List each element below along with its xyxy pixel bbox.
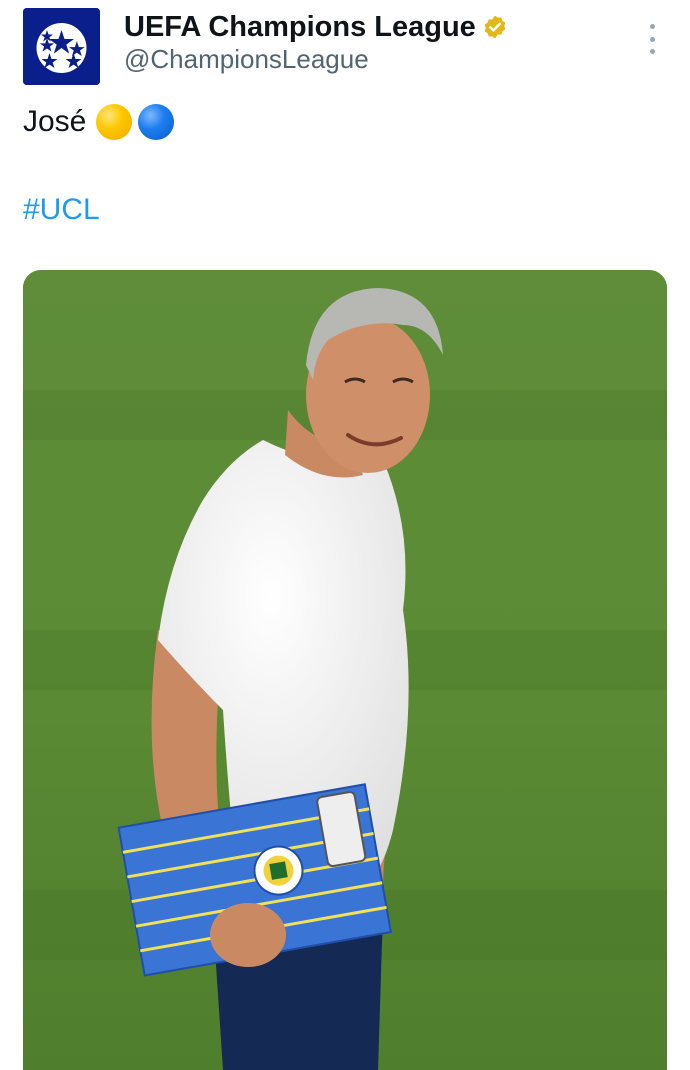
author-avatar[interactable] — [23, 8, 100, 85]
author-display-name[interactable]: UEFA Champions League — [124, 11, 476, 44]
verified-badge-icon[interactable] — [482, 14, 508, 40]
hashtag-link[interactable]: #UCL — [23, 193, 100, 227]
mourinho-photo-image — [23, 270, 667, 1070]
author-name-row: UEFA Champions League — [124, 8, 508, 46]
tweet-text-content: José — [23, 105, 87, 138]
champions-league-starball-icon — [23, 8, 100, 85]
blue-circle-emoji-icon — [138, 104, 175, 140]
yellow-circle-emoji-icon — [96, 104, 133, 140]
tweet-photo[interactable] — [23, 270, 667, 1070]
tweet-text: José — [23, 104, 175, 140]
author-handle[interactable]: @ChampionsLeague — [124, 44, 369, 75]
more-vertical-icon[interactable] — [641, 24, 663, 54]
